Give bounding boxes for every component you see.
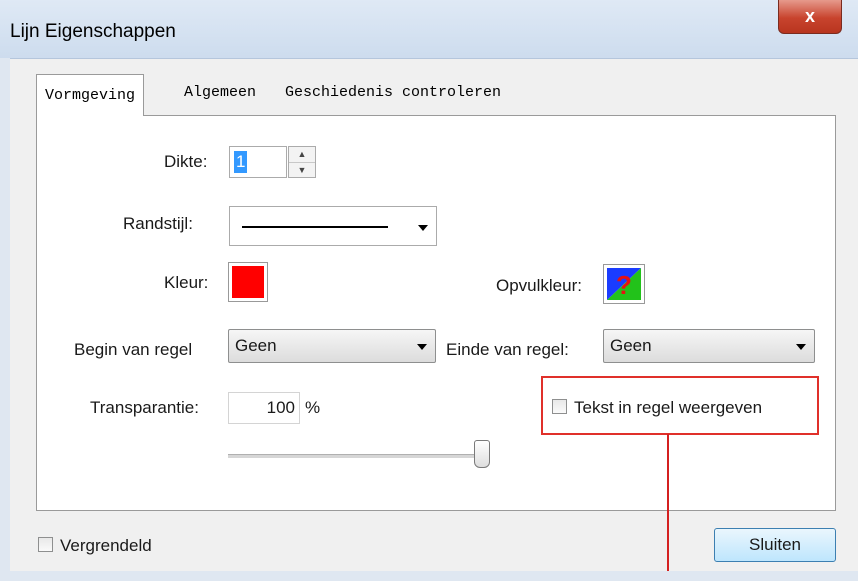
border-style-dropdown[interactable]: [229, 206, 437, 246]
color-label: Kleur:: [164, 273, 209, 292]
border-style-label: Randstijl:: [123, 214, 193, 233]
line-start-label: Begin van regel: [74, 340, 193, 359]
spinner-down-icon[interactable]: ▼: [289, 163, 315, 178]
thickness-stepper[interactable]: ▲ ▼: [288, 146, 316, 178]
tab-strip: Vormgeving Algemeen Geschiedenis control…: [36, 74, 836, 116]
thickness-input[interactable]: 1: [229, 146, 287, 178]
locked-checkbox[interactable]: [38, 537, 53, 552]
chevron-down-icon: [418, 225, 428, 231]
opacity-value: 100: [266, 398, 295, 417]
spinner-up-icon[interactable]: ▲: [289, 147, 315, 163]
window-frame-left: [0, 58, 10, 581]
close-button[interactable]: Sluiten: [714, 528, 836, 562]
opacity-slider-track[interactable]: [228, 454, 490, 458]
opacity-label: Transparantie:: [90, 398, 199, 417]
tab-algemeen[interactable]: Algemeen: [184, 84, 256, 101]
tab-geschiedenis[interactable]: Geschiedenis controleren: [285, 84, 501, 101]
window-title: Lijn Eigenschappen: [10, 21, 176, 42]
fill-color-button[interactable]: ?: [603, 264, 645, 304]
opacity-input[interactable]: 100: [228, 392, 300, 424]
color-swatch-button[interactable]: [228, 262, 268, 302]
opacity-slider-thumb[interactable]: [474, 440, 490, 468]
no-fill-question-icon: ?: [607, 268, 641, 300]
annotation-pointer-line: [667, 434, 669, 581]
locked-label: Vergrendeld: [60, 536, 152, 555]
opacity-unit: %: [305, 398, 321, 417]
thickness-label: Dikte:: [164, 152, 208, 171]
line-end-value: Geen: [610, 336, 652, 355]
chevron-down-icon: [796, 344, 806, 350]
tab-panel: [36, 115, 836, 511]
line-end-dropdown[interactable]: Geen: [603, 329, 815, 363]
window-frame-bottom: [0, 571, 858, 581]
title-bar: Lijn Eigenschappen x: [0, 0, 858, 59]
svg-text:?: ?: [616, 270, 632, 300]
close-icon: x: [804, 6, 815, 26]
red-swatch: [232, 266, 264, 298]
line-start-dropdown[interactable]: Geen: [228, 329, 436, 363]
line-start-value: Geen: [235, 336, 277, 355]
annotation-highlight-box: [541, 376, 819, 435]
tab-vormgeving[interactable]: Vormgeving: [36, 74, 145, 116]
chevron-down-icon: [417, 344, 427, 350]
close-window-button[interactable]: x: [778, 0, 842, 34]
fill-color-label: Opvulkleur:: [496, 276, 582, 295]
properties-dialog: Lijn Eigenschappen x Vormgeving Algemeen…: [0, 0, 858, 581]
line-end-label: Einde van regel:: [446, 340, 569, 359]
thickness-value: 1: [234, 151, 248, 173]
solid-line-preview: [242, 226, 388, 228]
